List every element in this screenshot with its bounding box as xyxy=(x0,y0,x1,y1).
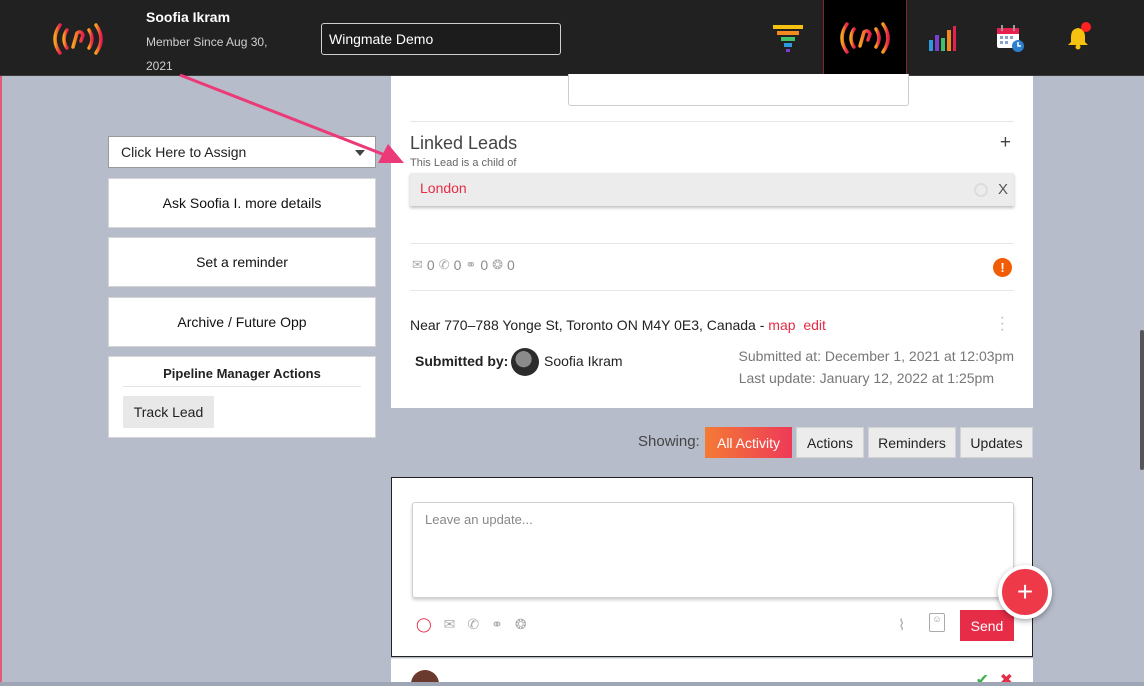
wingmate-logo-icon[interactable] xyxy=(48,20,108,58)
other-count: 0 xyxy=(507,257,515,273)
update-composer: Leave an update... ◯ ✉ ✆ ⚭ ❂ ⌇ ☺ Send xyxy=(391,477,1033,657)
notes-textarea[interactable] xyxy=(568,74,909,106)
linked-lead-chip: London X xyxy=(410,173,1014,206)
page-edge xyxy=(0,76,2,686)
paperclip-icon[interactable]: ⌇ xyxy=(898,616,905,634)
handshake-icon[interactable]: ⚭ xyxy=(491,616,503,633)
notifications-nav-button[interactable] xyxy=(1036,0,1120,76)
add-linked-lead-button[interactable]: + xyxy=(1000,132,1011,154)
bar-chart-icon xyxy=(929,26,956,51)
set-reminder-button[interactable]: Set a reminder xyxy=(108,237,376,287)
funnel-icon xyxy=(773,25,803,52)
assign-select-label: Click Here to Assign xyxy=(121,144,247,160)
remove-linked-lead-button[interactable]: X xyxy=(998,181,1008,198)
divider xyxy=(410,243,1014,244)
calendar-icon xyxy=(997,25,1024,52)
handshake-icon: ⚭ xyxy=(465,257,477,272)
tab-actions[interactable]: Actions xyxy=(796,427,864,458)
tab-all-activity[interactable]: All Activity xyxy=(705,427,792,458)
address-text: Near 770–788 Yonge St, Toronto ON M4Y 0E… xyxy=(410,317,769,333)
pipeline-manager-card: Pipeline Manager Actions Track Lead xyxy=(108,356,376,438)
submitter-name: Soofia Ikram xyxy=(544,353,623,369)
scrollbar[interactable] xyxy=(1140,330,1144,470)
alert-icon[interactable]: ! xyxy=(993,258,1012,277)
lead-address: Near 770–788 Yonge St, Toronto ON M4Y 0E… xyxy=(410,317,826,333)
wingmate-signal-icon xyxy=(840,22,890,54)
divider xyxy=(410,121,1014,122)
add-floating-button[interactable]: + xyxy=(998,565,1052,619)
user-name: Soofia Ikram xyxy=(146,9,231,25)
funnel-nav-button[interactable] xyxy=(746,0,830,76)
notification-dot xyxy=(1081,22,1091,32)
call-count: 0 xyxy=(453,257,462,273)
composer-type-icons: ◯ ✉ ✆ ⚭ ❂ xyxy=(416,616,527,633)
linked-lead-link[interactable]: London xyxy=(420,180,467,196)
edit-link[interactable]: edit xyxy=(803,317,826,333)
submitted-by-label: Submitted by: xyxy=(415,353,509,369)
tab-updates[interactable]: Updates xyxy=(960,427,1033,458)
linked-leads-title: Linked Leads xyxy=(410,133,518,153)
child-of-label: This Lead is a child of xyxy=(410,157,517,169)
email-icon[interactable]: ✉ xyxy=(444,616,456,633)
map-link[interactable]: map xyxy=(768,317,795,333)
pipeline-manager-title: Pipeline Manager Actions xyxy=(163,366,321,381)
tab-reminders[interactable]: Reminders xyxy=(868,427,956,458)
phone-icon[interactable]: ✆ xyxy=(467,616,479,633)
last-update: Last update: January 12, 2022 at 1:25pm xyxy=(738,370,994,386)
chat-icon[interactable]: ❂ xyxy=(515,616,527,633)
assign-select[interactable]: Click Here to Assign xyxy=(108,136,376,168)
track-lead-button[interactable]: Track Lead xyxy=(123,396,214,428)
send-button[interactable]: Send xyxy=(960,610,1014,641)
lead-detail-card: Linked Leads + This Lead is a child of L… xyxy=(391,74,1033,408)
email-count: 0 xyxy=(426,257,435,273)
ask-details-button[interactable]: Ask Soofia I. more details xyxy=(108,178,376,228)
member-since: Member Since Aug 30, 2021 xyxy=(146,35,268,73)
divider xyxy=(123,386,361,387)
avatar xyxy=(511,348,539,376)
top-bar: Soofia Ikram Member Since Aug 30, 2021 xyxy=(0,0,1144,76)
contact-card-icon[interactable]: ☺ xyxy=(929,613,945,632)
meeting-count: 0 xyxy=(480,257,489,273)
showing-label: Showing: xyxy=(638,433,700,450)
submitted-at: Submitted at: December 1, 2021 at 12:03p… xyxy=(738,348,1015,364)
comment-icon[interactable]: ◯ xyxy=(416,616,432,633)
update-input[interactable]: Leave an update... xyxy=(412,502,1014,598)
divider xyxy=(410,290,1014,291)
chevron-down-icon xyxy=(355,150,365,156)
more-options-icon[interactable]: · · · xyxy=(1000,310,1005,338)
signal-icon xyxy=(974,183,988,197)
archive-button[interactable]: Archive / Future Opp xyxy=(108,297,376,347)
wingmate-nav-button[interactable] xyxy=(823,0,907,76)
chat-icon: ❂ xyxy=(492,257,504,272)
phone-icon: ✆ xyxy=(438,257,450,272)
activity-counts: ✉ 0 ✆ 0 ⚭ 0 ❂ 0 xyxy=(412,257,515,273)
company-field[interactable] xyxy=(321,23,561,55)
bottom-edge xyxy=(0,682,1144,686)
email-icon: ✉ xyxy=(412,257,423,272)
